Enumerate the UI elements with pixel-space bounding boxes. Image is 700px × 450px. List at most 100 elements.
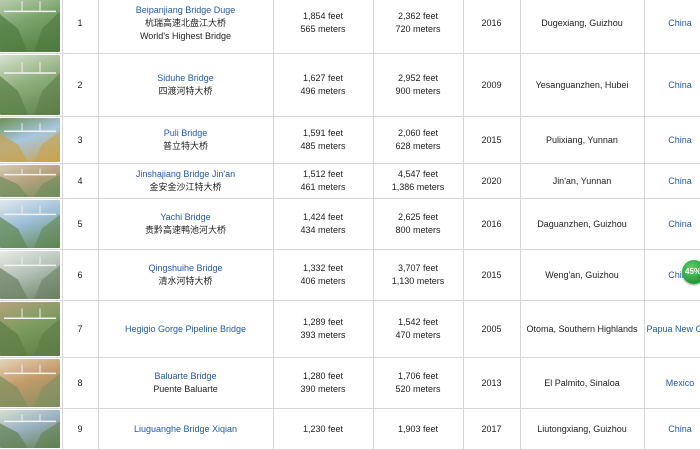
location-cell: Weng'an, Guizhou bbox=[520, 250, 644, 301]
bridge-thumbnail[interactable] bbox=[0, 55, 60, 115]
name-cell: Beipanjiang Bridge Duge 杭瑞高速北盘江大桥 World'… bbox=[98, 0, 273, 54]
height-cell: 1,591 feet 485 meters bbox=[273, 117, 373, 164]
bridge-name-link[interactable]: Baluarte Bridge bbox=[101, 370, 271, 383]
span-meters: 1,386 meters bbox=[376, 181, 461, 194]
span-meters: 720 meters bbox=[376, 23, 461, 36]
height-feet: 1,424 feet bbox=[276, 211, 371, 224]
height-cell: 1,230 feet bbox=[273, 409, 373, 450]
table-row: 3 Puli Bridge 普立特大桥 1,591 feet 485 meter… bbox=[0, 117, 700, 164]
name-cell: Hegigio Gorge Pipeline Bridge bbox=[98, 301, 273, 358]
name-cell: Siduhe Bridge 四渡河特大桥 bbox=[98, 54, 273, 117]
bridge-alt-name: 杭瑞高速北盘江大桥 bbox=[101, 17, 271, 30]
bridge-name-link[interactable]: Hegigio Gorge Pipeline Bridge bbox=[101, 323, 271, 336]
height-meters: 485 meters bbox=[276, 140, 371, 153]
height-cell: 1,332 feet 406 meters bbox=[273, 250, 373, 301]
height-cell: 1,280 feet 390 meters bbox=[273, 358, 373, 409]
country-cell: China bbox=[644, 0, 700, 54]
height-meters: 461 meters bbox=[276, 181, 371, 194]
country-link[interactable]: China bbox=[668, 18, 692, 28]
image-cell bbox=[0, 117, 62, 164]
table-row: 1 Beipanjiang Bridge Duge 杭瑞高速北盘江大桥 Worl… bbox=[0, 0, 700, 54]
table-row: 4 Jinshajiang Bridge Jin'an 金安金沙江特大桥 1,5… bbox=[0, 164, 700, 199]
bridge-thumbnail[interactable] bbox=[0, 302, 60, 356]
rank-cell: 3 bbox=[62, 117, 98, 164]
image-cell bbox=[0, 199, 62, 250]
year-cell: 2013 bbox=[463, 358, 520, 409]
location-cell: El Palmito, Sinaloa bbox=[520, 358, 644, 409]
span-cell: 2,625 feet 800 meters bbox=[373, 199, 463, 250]
bridge-thumbnail[interactable] bbox=[0, 251, 60, 299]
bridge-name-link[interactable]: Yachi Bridge bbox=[101, 211, 271, 224]
bridge-name-link[interactable]: Liuguanghe Bridge Xiqian bbox=[101, 423, 271, 436]
year-cell: 2015 bbox=[463, 117, 520, 164]
location-cell: Otoma, Southern Highlands bbox=[520, 301, 644, 358]
country-link[interactable]: China bbox=[668, 176, 692, 186]
country-cell: Mexico bbox=[644, 358, 700, 409]
span-meters: 900 meters bbox=[376, 85, 461, 98]
rank-cell: 4 bbox=[62, 164, 98, 199]
bridge-name-link[interactable]: Puli Bridge bbox=[101, 127, 271, 140]
image-cell bbox=[0, 250, 62, 301]
bridge-alt-name: 清水河特大桥 bbox=[101, 275, 271, 288]
table-row: 9 Liuguanghe Bridge Xiqian 1,230 feet 1,… bbox=[0, 409, 700, 450]
location-cell: Yesanguanzhen, Hubei bbox=[520, 54, 644, 117]
progress-badge[interactable]: 45% bbox=[682, 260, 700, 284]
span-meters: 1,130 meters bbox=[376, 275, 461, 288]
span-meters: 470 meters bbox=[376, 329, 461, 342]
image-cell bbox=[0, 164, 62, 199]
span-cell: 1,706 feet 520 meters bbox=[373, 358, 463, 409]
bridge-name-link[interactable]: Qingshuihe Bridge bbox=[101, 262, 271, 275]
bridge-thumbnail[interactable] bbox=[0, 200, 60, 248]
span-feet: 2,060 feet bbox=[376, 127, 461, 140]
height-feet: 1,627 feet bbox=[276, 72, 371, 85]
country-cell: China bbox=[644, 117, 700, 164]
rank-cell: 9 bbox=[62, 409, 98, 450]
name-cell: Qingshuihe Bridge 清水河特大桥 bbox=[98, 250, 273, 301]
height-feet: 1,332 feet bbox=[276, 262, 371, 275]
bridge-thumbnail[interactable] bbox=[0, 165, 60, 197]
country-link[interactable]: China bbox=[668, 424, 692, 434]
span-cell: 1,903 feet bbox=[373, 409, 463, 450]
rank-cell: 2 bbox=[62, 54, 98, 117]
bridge-name-link[interactable]: Jinshajiang Bridge Jin'an bbox=[101, 168, 271, 181]
location-cell: Pulixiang, Yunnan bbox=[520, 117, 644, 164]
span-feet: 1,706 feet bbox=[376, 370, 461, 383]
country-cell: China bbox=[644, 409, 700, 450]
bridge-name-link[interactable]: Beipanjiang Bridge Duge bbox=[101, 4, 271, 17]
span-meters: 800 meters bbox=[376, 224, 461, 237]
country-link[interactable]: China bbox=[668, 135, 692, 145]
year-cell: 2015 bbox=[463, 250, 520, 301]
country-cell: China bbox=[644, 164, 700, 199]
year-cell: 2005 bbox=[463, 301, 520, 358]
bridge-alt-name: 贵黔高速鸭池河大桥 bbox=[101, 224, 271, 237]
year-cell: 2016 bbox=[463, 0, 520, 54]
location-cell: Daguanzhen, Guizhou bbox=[520, 199, 644, 250]
height-feet: 1,280 feet bbox=[276, 370, 371, 383]
height-feet: 1,230 feet bbox=[276, 423, 371, 436]
table-row: 2 Siduhe Bridge 四渡河特大桥 1,627 feet 496 me… bbox=[0, 54, 700, 117]
bridge-thumbnail[interactable] bbox=[0, 0, 60, 52]
height-cell: 1,289 feet 393 meters bbox=[273, 301, 373, 358]
country-cell: China bbox=[644, 199, 700, 250]
location-cell: Dugexiang, Guizhou bbox=[520, 0, 644, 54]
rank-cell: 1 bbox=[62, 0, 98, 54]
country-link[interactable]: China bbox=[668, 219, 692, 229]
country-link[interactable]: Papua New Guinea bbox=[647, 324, 700, 334]
location-cell: Liutongxiang, Guizhou bbox=[520, 409, 644, 450]
country-link[interactable]: China bbox=[668, 80, 692, 90]
height-meters: 390 meters bbox=[276, 383, 371, 396]
bridge-alt-name: Puente Baluarte bbox=[101, 383, 271, 396]
bridge-thumbnail[interactable] bbox=[0, 359, 60, 407]
year-cell: 2017 bbox=[463, 409, 520, 450]
bridge-thumbnail[interactable] bbox=[0, 410, 60, 448]
rank-cell: 8 bbox=[62, 358, 98, 409]
span-feet: 3,707 feet bbox=[376, 262, 461, 275]
rank-cell: 7 bbox=[62, 301, 98, 358]
bridge-name-link[interactable]: Siduhe Bridge bbox=[101, 72, 271, 85]
year-cell: 2020 bbox=[463, 164, 520, 199]
country-link[interactable]: Mexico bbox=[666, 378, 695, 388]
height-meters: 434 meters bbox=[276, 224, 371, 237]
height-cell: 1,424 feet 434 meters bbox=[273, 199, 373, 250]
bridge-thumbnail[interactable] bbox=[0, 118, 60, 162]
table-row: 7 Hegigio Gorge Pipeline Bridge 1,289 fe… bbox=[0, 301, 700, 358]
